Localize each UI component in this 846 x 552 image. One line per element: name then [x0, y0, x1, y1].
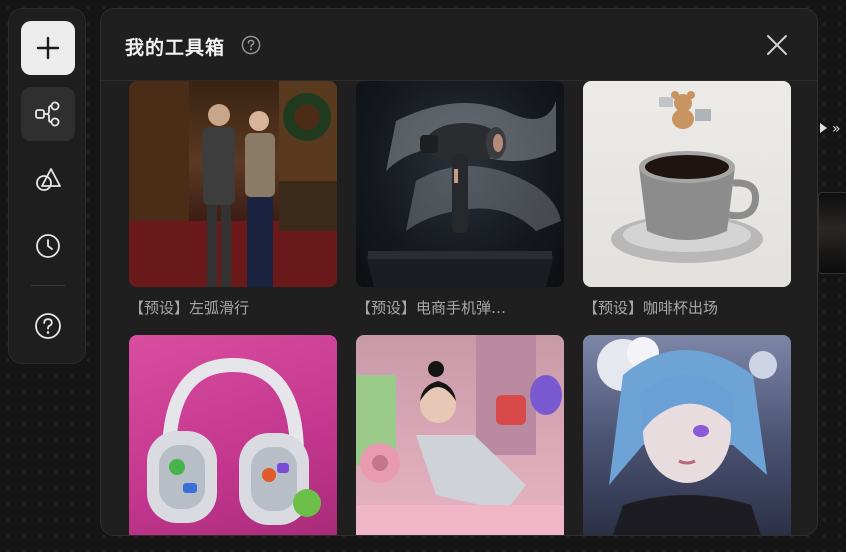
panel-title: 我的工具箱 [125, 37, 226, 59]
card-label: 【预设】电商手机弹… [356, 299, 507, 317]
panel-header: 我的工具箱 [101, 9, 817, 81]
background-thumbnail [818, 192, 846, 274]
left-toolbar [8, 8, 86, 364]
svg-text:»: » [832, 121, 841, 137]
shapes-icon [36, 168, 61, 191]
workflow-icon [35, 101, 60, 127]
tool-grid: 【预设】左弧滑行 【预设】电商手机弹… 【预设】咖啡杯出场 [129, 81, 793, 535]
thumbnail-couple-fashion[interactable] [129, 81, 337, 287]
thumbnail-hair-dryer[interactable] [356, 81, 564, 287]
add-button[interactable] [21, 21, 75, 75]
toolbar-divider [31, 285, 65, 286]
question-icon [35, 313, 61, 339]
clock-icon [36, 234, 60, 258]
workflow-button[interactable] [21, 87, 75, 141]
card-label: 【预设】咖啡杯出场 [583, 299, 719, 317]
thumbnail-girl-lying[interactable] [356, 335, 564, 535]
close-icon[interactable] [765, 33, 789, 57]
history-button[interactable] [21, 219, 75, 273]
help-button[interactable] [21, 299, 75, 353]
thumbnail-blue-hair-character[interactable] [583, 335, 791, 535]
card-label: 【预设】左弧滑行 [129, 299, 250, 317]
plus-icon [36, 36, 60, 60]
shapes-button[interactable] [21, 153, 75, 207]
play-icon: » [820, 121, 841, 137]
tool-card[interactable] [129, 335, 337, 535]
tool-card[interactable] [583, 335, 791, 535]
tool-card[interactable]: 【预设】左弧滑行 [129, 81, 337, 318]
tool-card[interactable] [356, 335, 564, 535]
thumbnail-coffee-cup[interactable] [583, 81, 791, 287]
tool-card[interactable]: 【预设】咖啡杯出场 [583, 81, 791, 318]
toolbox-panel: 我的工具箱 【预设】左弧滑行 【预设】电商手机弹… 【预设】咖啡杯出场 [100, 8, 818, 536]
question-circle-icon[interactable] [241, 35, 261, 55]
thumbnail-headphones[interactable] [129, 335, 337, 535]
tool-card[interactable]: 【预设】电商手机弹… [356, 81, 564, 318]
